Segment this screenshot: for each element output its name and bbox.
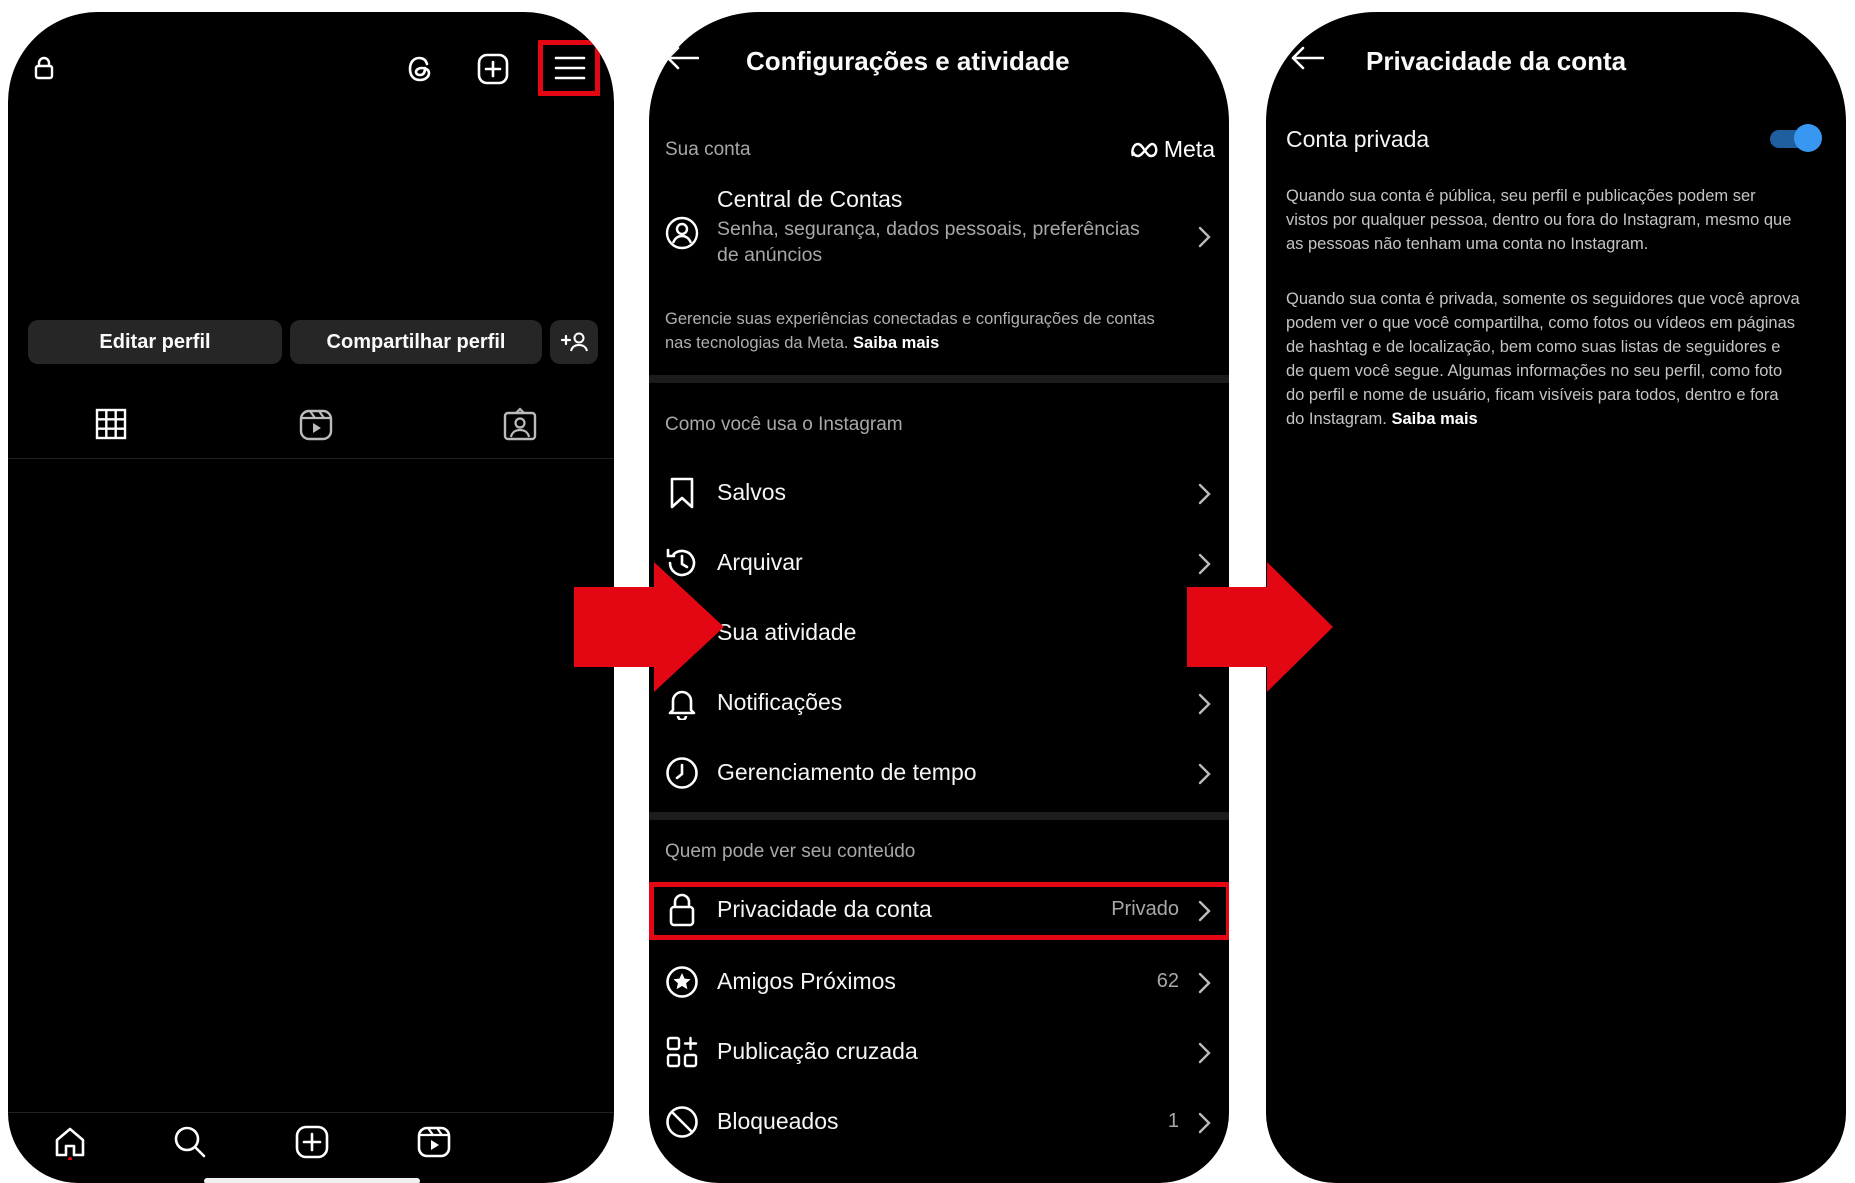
private-account-toggle[interactable] [1768, 122, 1822, 154]
menu-item-saved[interactable]: Salvos [649, 461, 1229, 527]
chevron-right-icon [1197, 483, 1211, 505]
your-account-label: Sua conta [665, 139, 751, 160]
meta-infinity-icon [1131, 142, 1158, 157]
menu-item-label: Publicação cruzada [717, 1038, 918, 1064]
home-indicator [204, 1178, 420, 1183]
block-icon [665, 1105, 699, 1139]
menu-item-crossposting[interactable]: Publicação cruzada [649, 1020, 1229, 1086]
page-title: Configurações e atividade [746, 46, 1070, 76]
crosspost-icon [665, 1035, 699, 1069]
reels-icon[interactable] [298, 407, 334, 443]
usage-section-label: Como você usa o Instagram [665, 414, 903, 435]
home-icon[interactable] [52, 1124, 90, 1162]
learn-more-link[interactable]: Saiba mais [853, 334, 939, 352]
search-icon[interactable] [172, 1124, 210, 1162]
menu-item-close-friends[interactable]: Amigos Próximos 62 [649, 950, 1229, 1016]
para1-line-1: Quando sua conta é pública, seu perfil e… [1286, 187, 1756, 205]
menu-item-time-management[interactable]: Gerenciamento de tempo [649, 741, 1229, 807]
reels-nav-icon[interactable] [416, 1124, 454, 1162]
accounts-center-title: Central de Contas [717, 186, 903, 212]
share-profile-button[interactable]: Compartilhar perfil [290, 320, 542, 364]
section-separator [649, 375, 1229, 383]
menu-item-label: Sua atividade [717, 619, 857, 645]
chevron-right-icon [1197, 972, 1211, 994]
back-arrow-icon[interactable] [1290, 46, 1324, 70]
para1-line-2: vistos por qualquer pessoa, dentro ou fo… [1286, 211, 1792, 229]
bookmark-icon [665, 476, 699, 510]
chevron-right-icon [1197, 1112, 1211, 1134]
chevron-right-icon [1197, 226, 1211, 248]
toggle-knob [1794, 124, 1822, 152]
menu-item-label: Amigos Próximos [717, 968, 896, 994]
red-arrow-1 [574, 562, 724, 692]
privacy-screen: Privacidade da conta Conta privada Quand… [1266, 12, 1846, 1183]
menu-item-label: Notificações [717, 689, 843, 715]
meta-brand-text: Meta [1163, 136, 1215, 162]
public-account-explanation: Quando sua conta é pública, seu perfil e… [1286, 184, 1831, 256]
blocked-count: 1 [1167, 1110, 1179, 1132]
menu-highlight-box [538, 40, 600, 96]
accounts-center-subtitle-1: Senha, segurança, dados pessoais, prefer… [717, 218, 1140, 240]
star-circle-icon [665, 965, 699, 999]
learn-more-link[interactable]: Saiba mais [1391, 410, 1477, 428]
menu-item-label: Bloqueados [717, 1108, 839, 1134]
menu-item-label: Gerenciamento de tempo [717, 759, 977, 785]
profile-screen: Editar perfil Compartilhar perfil [8, 12, 614, 1183]
settings-screen: Configurações e atividade Sua conta Meta… [649, 12, 1229, 1183]
red-arrow-2 [1187, 562, 1333, 692]
para2-line-1: Quando sua conta é privada, somente os s… [1286, 290, 1800, 308]
chevron-right-icon [1197, 693, 1211, 715]
menu-item-activity[interactable]: Sua atividade [649, 601, 1229, 667]
manage-note-line-1: Gerencie suas experiências conectadas e … [665, 310, 1155, 328]
manage-note: Gerencie suas experiências conectadas e … [665, 307, 1215, 355]
tagged-icon[interactable] [502, 407, 538, 443]
accounts-center-subtitle-2: de anúncios [717, 244, 823, 266]
menu-item-label: Salvos [717, 479, 787, 505]
menu-item-blocked[interactable]: Bloqueados 1 [649, 1090, 1229, 1156]
privacy-highlight-box [649, 882, 1229, 940]
menu-item-label: Arquivar [717, 549, 803, 575]
discover-people-button[interactable] [550, 320, 598, 364]
page-title: Privacidade da conta [1366, 46, 1627, 76]
private-account-explanation: Quando sua conta é privada, somente os s… [1286, 287, 1831, 431]
back-arrow-icon[interactable] [665, 46, 699, 70]
grid-icon[interactable] [94, 407, 130, 443]
lock-icon [34, 56, 54, 80]
chevron-right-icon [1197, 1042, 1211, 1064]
create-icon[interactable] [294, 1124, 332, 1162]
para1-line-3: as pessoas não tenham uma conta no Insta… [1286, 235, 1649, 253]
accounts-center-row[interactable]: Central de Contas Senha, segurança, dado… [649, 182, 1229, 292]
menu-item-archive[interactable]: Arquivar [649, 531, 1229, 597]
meta-logo: Meta [1130, 136, 1215, 163]
para2-line-6: do Instagram. [1286, 410, 1387, 428]
clock-icon [665, 756, 699, 790]
para2-line-5: do perfil e nome de usuário, ficam visív… [1286, 386, 1779, 404]
add-person-icon [560, 332, 588, 352]
nav-divider [8, 1112, 614, 1113]
para2-line-3: de hashtag e de localização, bem como su… [1286, 338, 1781, 356]
para2-line-2: podem ver o que você compartilha, como f… [1286, 314, 1796, 332]
manage-note-line-2: nas tecnologias da Meta. [665, 334, 849, 352]
close-friends-count: 62 [1156, 970, 1179, 992]
tabs-divider [8, 458, 614, 459]
threads-icon[interactable] [404, 52, 440, 88]
para2-line-4: de quem você segue. Algumas informações … [1286, 362, 1783, 380]
private-account-label: Conta privada [1286, 126, 1430, 152]
edit-profile-button[interactable]: Editar perfil [28, 320, 282, 364]
section-separator [649, 812, 1229, 820]
content-section-label: Quem pode ver seu conteúdo [665, 841, 916, 862]
chevron-right-icon [1197, 763, 1211, 785]
profile-circle-icon [665, 216, 699, 250]
add-post-icon[interactable] [476, 52, 512, 88]
menu-item-notifications[interactable]: Notificações [649, 671, 1229, 737]
